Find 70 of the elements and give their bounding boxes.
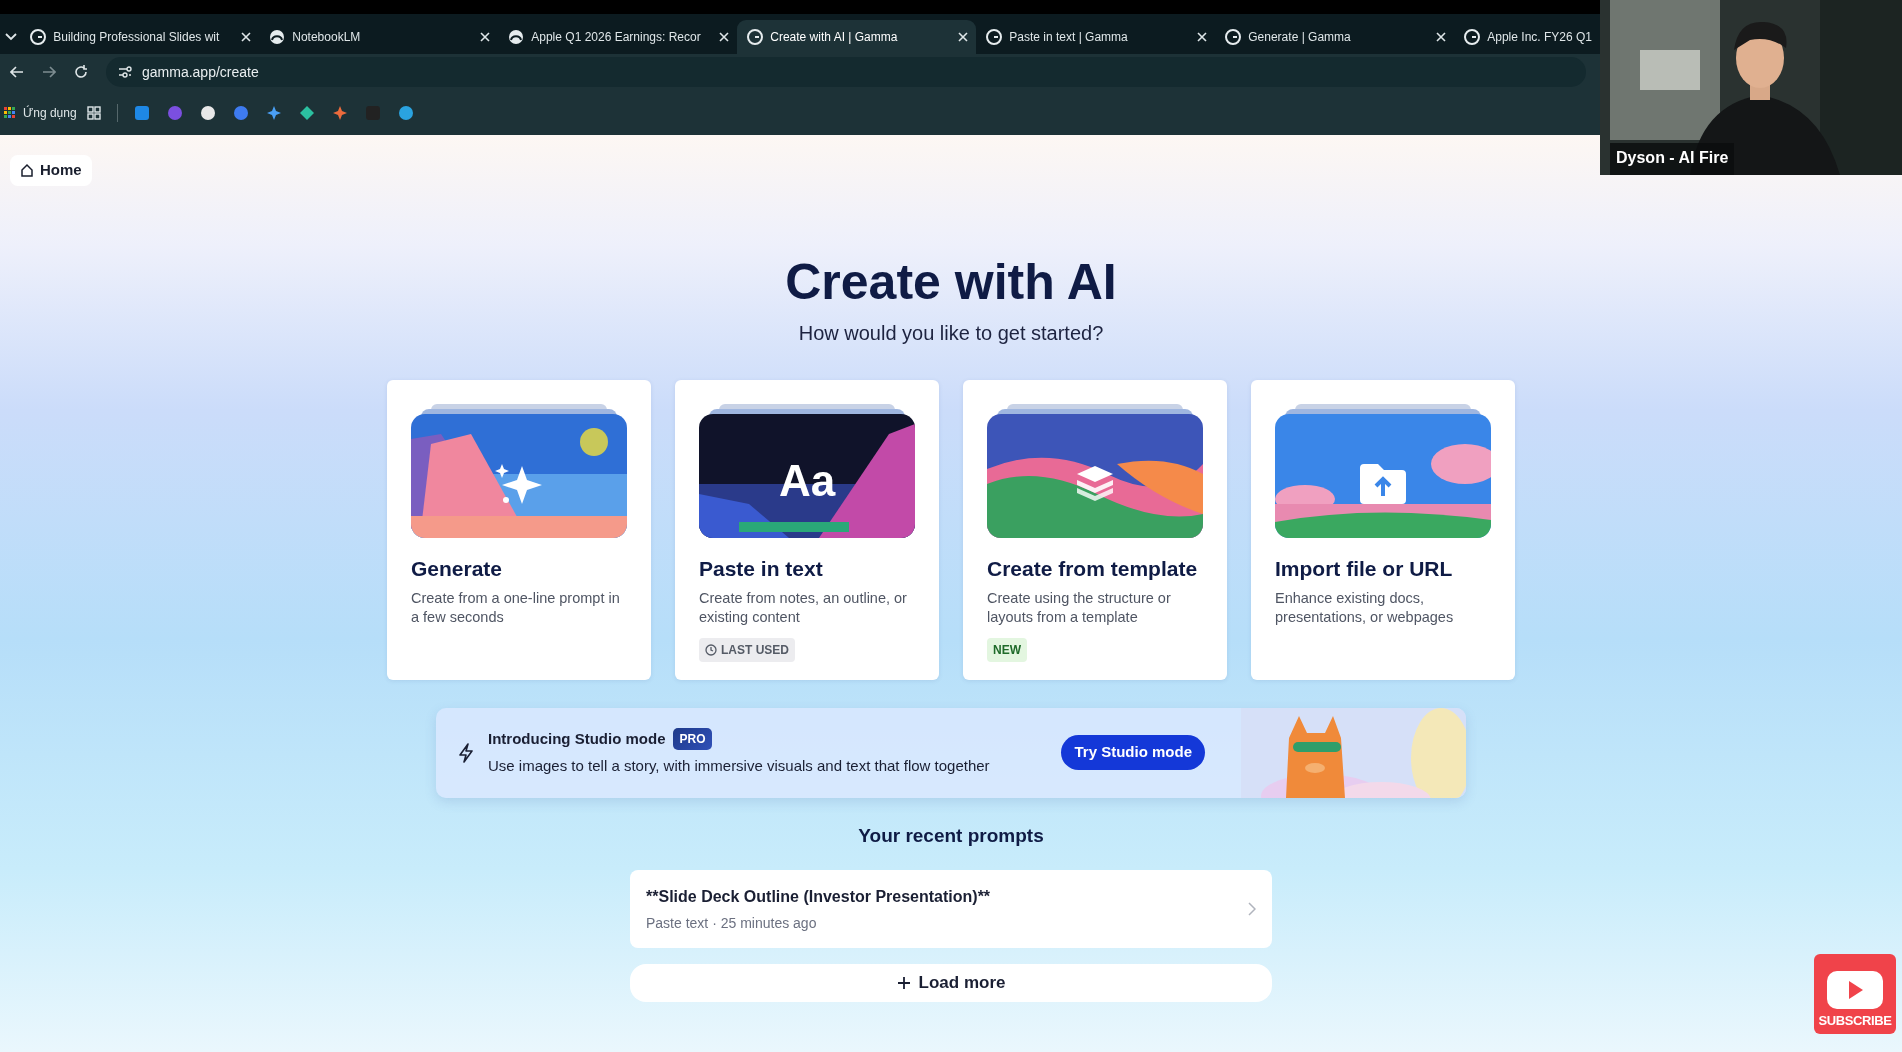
browser-tab[interactable]: NotebookLM bbox=[259, 20, 499, 54]
apps-grid-icon bbox=[4, 107, 15, 118]
browser-tab[interactable]: Create with AI | Gamma bbox=[737, 20, 977, 54]
home-button[interactable]: Home bbox=[10, 155, 92, 186]
prompt-title: **Slide Deck Outline (Investor Presentation)** bbox=[646, 886, 992, 907]
reload-icon[interactable] bbox=[74, 65, 88, 79]
art-text: Aa bbox=[778, 459, 836, 504]
close-icon[interactable] bbox=[480, 32, 491, 42]
browser-tab[interactable]: Paste in text | Gamma bbox=[976, 20, 1216, 54]
tab-groups-icon[interactable] bbox=[86, 105, 101, 120]
g-logo-icon bbox=[986, 29, 1003, 45]
card-description: Enhance existing docs, presentations, or webpages bbox=[1275, 588, 1455, 628]
card-description: Create using the structure or layouts from a template bbox=[987, 588, 1172, 628]
card-title: Create from template bbox=[987, 555, 1199, 581]
bookmark-favicon-icon[interactable] bbox=[298, 104, 315, 121]
clock-icon bbox=[705, 643, 717, 656]
house-icon bbox=[20, 163, 34, 178]
close-icon[interactable] bbox=[1436, 32, 1447, 42]
option-card[interactable]: Aa Paste in text Create from notes, an outline, or existing content LAST USED bbox=[675, 379, 939, 680]
chevron-right-icon bbox=[1248, 902, 1256, 916]
browser-tab[interactable]: Apple Inc. FY26 Q1 bbox=[1454, 20, 1600, 54]
webcam-caption: Dyson - AI Fire bbox=[1610, 143, 1735, 175]
status-badge: LAST USED bbox=[699, 637, 795, 662]
site-settings-icon[interactable] bbox=[118, 66, 132, 78]
layers-icon bbox=[1074, 463, 1116, 504]
apps-label[interactable]: Ứng dụng bbox=[23, 103, 77, 122]
close-icon[interactable] bbox=[241, 32, 252, 42]
chevron-down-icon[interactable] bbox=[5, 33, 18, 41]
close-icon[interactable] bbox=[958, 32, 969, 42]
banner-text: Use images to tell a story, with immersive visuals and text that flow together bbox=[488, 755, 990, 776]
bookmark-favicon-icon[interactable] bbox=[199, 104, 216, 121]
section-heading: Your recent prompts bbox=[857, 823, 1045, 848]
swirl-icon bbox=[269, 29, 286, 45]
option-card[interactable]: Generate Create from a one-line prompt in a few seconds bbox=[387, 379, 651, 680]
address-bar[interactable]: gamma.app/create bbox=[106, 57, 1586, 87]
banner-title: Introducing Studio mode bbox=[488, 729, 666, 749]
try-studio-button[interactable]: Try Studio mode bbox=[1061, 735, 1205, 770]
close-icon[interactable] bbox=[1197, 32, 1208, 42]
close-icon[interactable] bbox=[719, 32, 730, 42]
card-title: Generate bbox=[411, 555, 504, 581]
recent-prompt-item[interactable]: **Slide Deck Outline (Investor Presentation)** Paste text · 25 minutes ago bbox=[630, 870, 1272, 948]
bookmark-favicon-icon[interactable] bbox=[397, 104, 414, 121]
browser-tab[interactable]: Apple Q1 2026 Earnings: Recor bbox=[498, 20, 738, 54]
g-logo-icon bbox=[1464, 29, 1481, 45]
browser-tab[interactable]: Building Professional Slides wit bbox=[20, 20, 260, 54]
bookmark-favicon-icon[interactable] bbox=[265, 104, 282, 121]
play-icon bbox=[1825, 968, 1885, 1011]
plus-icon bbox=[896, 976, 911, 990]
g-logo-icon bbox=[30, 29, 47, 45]
load-more-button[interactable]: Load more bbox=[630, 964, 1272, 1002]
g-logo-icon bbox=[747, 29, 764, 45]
status-badge: NEW bbox=[987, 637, 1027, 662]
subscribe-button[interactable]: SUBSCRIBE bbox=[1814, 954, 1896, 1034]
option-card[interactable]: Import file or URL Enhance existing docs, presentations, or webpages bbox=[1251, 379, 1515, 680]
prompt-meta: Paste text · 25 minutes ago bbox=[646, 913, 818, 933]
lightning-icon bbox=[458, 742, 474, 763]
card-title: Paste in text bbox=[699, 555, 824, 581]
url-text: gamma.app/create bbox=[142, 62, 259, 82]
browser-tab[interactable]: Generate | Gamma bbox=[1215, 20, 1455, 54]
page-title: Create with AI bbox=[784, 254, 1118, 310]
card-title: Import file or URL bbox=[1275, 555, 1454, 581]
card-description: Create from a one-line prompt in a few seconds bbox=[411, 588, 621, 628]
page-subtitle: How would you like to get started? bbox=[797, 320, 1105, 346]
forward-arrow-icon[interactable] bbox=[42, 66, 56, 78]
card-description: Create from notes, an outline, or existing content bbox=[699, 588, 908, 628]
back-arrow-icon[interactable] bbox=[10, 66, 24, 78]
g-logo-icon bbox=[1225, 29, 1242, 45]
option-card[interactable]: Create from template Create using the structure or layouts from a template NEW bbox=[963, 379, 1227, 680]
pro-badge: PRO bbox=[673, 728, 712, 751]
swirl-icon bbox=[508, 29, 525, 45]
